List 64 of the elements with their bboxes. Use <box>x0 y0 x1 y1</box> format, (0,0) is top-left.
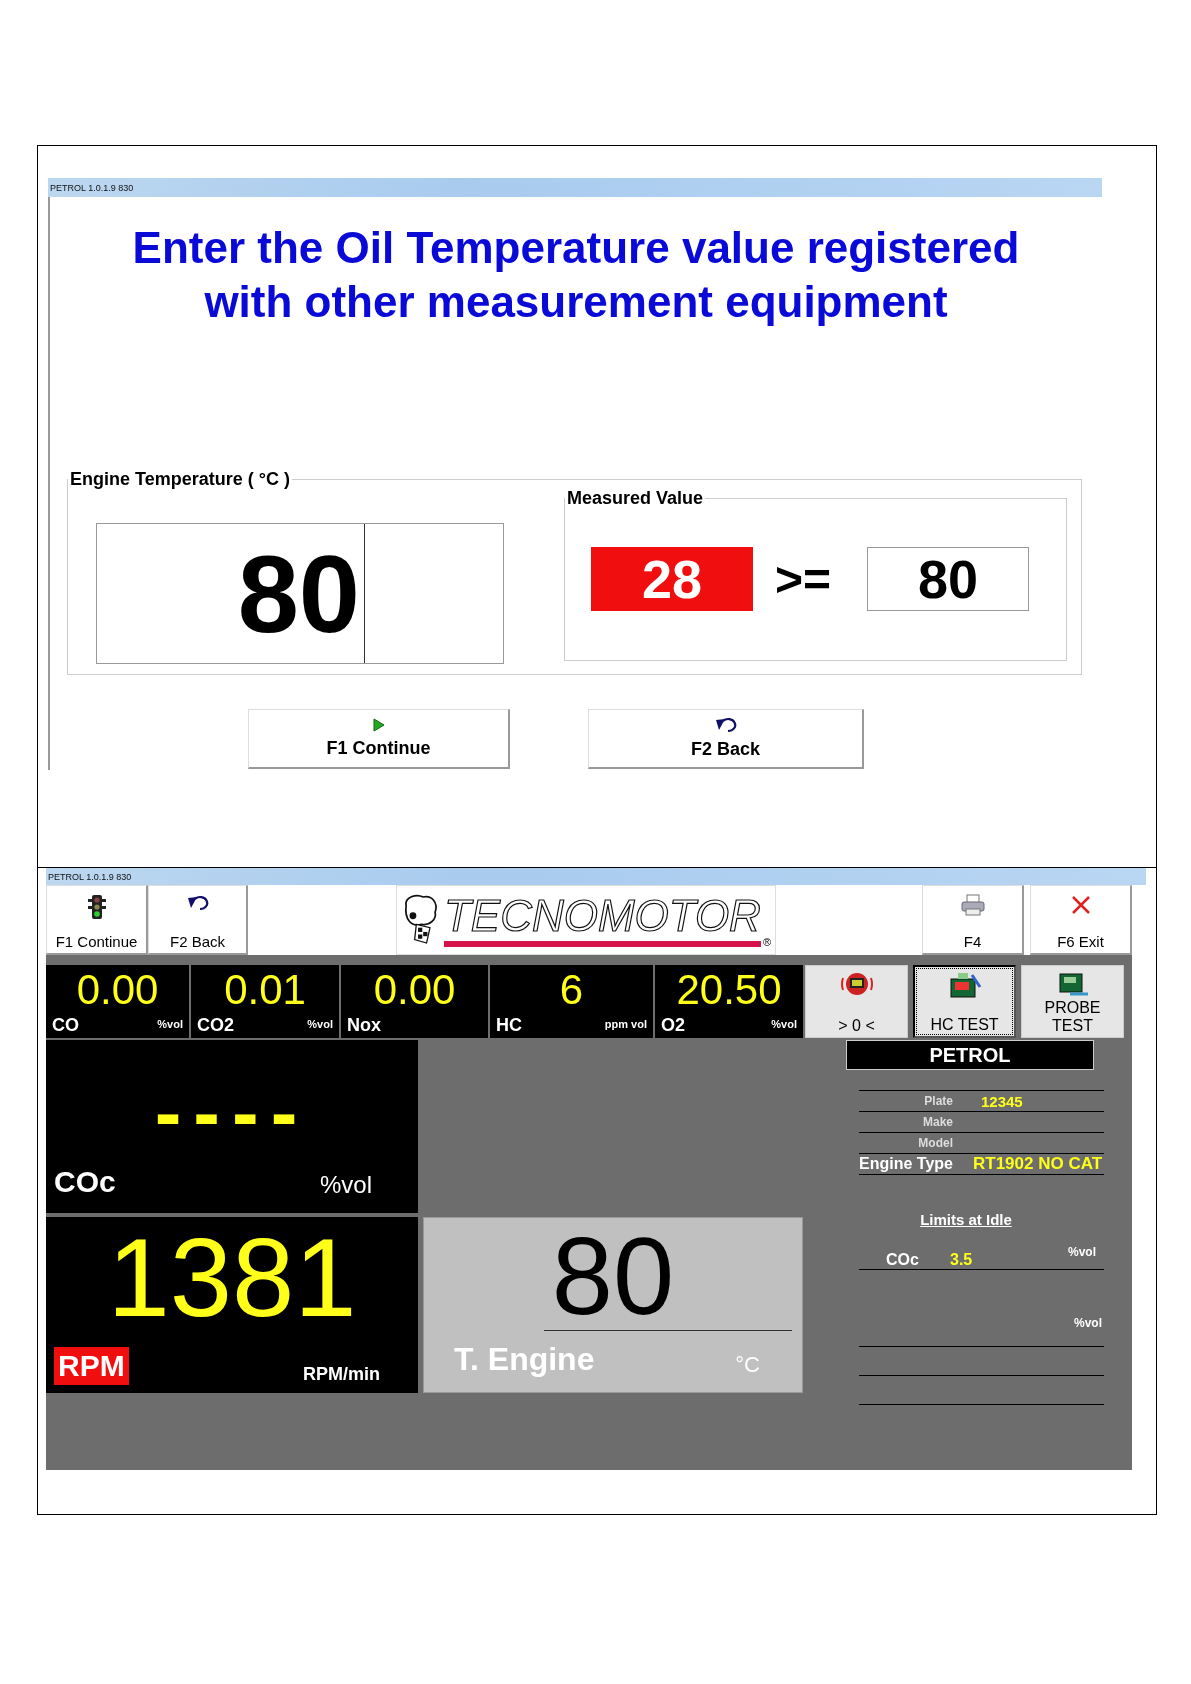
window-title: PETROL 1.0.1.9 830 <box>48 871 132 882</box>
vehicle-field-value: 12345 <box>981 1092 1023 1110</box>
gas-value: 0.00 <box>372 965 457 1015</box>
gas-value: 0.00 <box>75 965 160 1015</box>
instruction-heading: with other measurement equipment <box>203 276 949 328</box>
traffic-light-icon <box>87 894 106 920</box>
gas-name: O2 <box>661 1015 685 1036</box>
back-button[interactable]: F2 Back <box>588 709 864 769</box>
limits-heading: Limits at Idle <box>920 1211 1012 1228</box>
gas-name: HC <box>496 1015 522 1036</box>
instruction-heading: Enter the Oil Temperature value registered <box>131 222 1021 274</box>
limit-name: COc <box>885 1251 920 1269</box>
undo-arrow-icon <box>185 894 210 912</box>
gas-unit: %vol <box>307 1018 333 1030</box>
gas-value: 20.50 <box>675 965 783 1015</box>
printer-icon <box>960 894 985 916</box>
gas-name: CO <box>52 1015 79 1036</box>
gas-value: 0.01 <box>223 965 307 1015</box>
coc-label: COc <box>54 1165 116 1199</box>
registered-mark: ® <box>762 936 771 948</box>
gas-unit: ppm vol <box>604 1018 647 1030</box>
engine-temperature-value: 80 <box>550 1222 676 1330</box>
close-icon <box>1069 894 1092 916</box>
coc-value: ---- <box>153 1068 311 1158</box>
continue-button[interactable]: F1 Continue <box>248 709 510 769</box>
limit-unit: %vol <box>1073 1316 1103 1330</box>
vehicle-field-label: Make <box>921 1115 953 1129</box>
vehicle-field-label: Engine Type <box>859 1155 953 1173</box>
gas-unit: %vol <box>157 1018 183 1030</box>
window-title: PETROL 1.0.1.9 830 <box>50 182 134 193</box>
zero-button[interactable]: > 0 < <box>805 965 908 1038</box>
play-icon <box>372 718 385 732</box>
limit-value: 3.5 <box>949 1251 974 1269</box>
threshold-value: 80 <box>867 547 1030 611</box>
limit-unit: %vol <box>1067 1245 1097 1259</box>
coc-unit: %vol <box>319 1171 372 1199</box>
hc-test-button[interactable]: HC TEST <box>913 965 1016 1038</box>
back-button[interactable]: F2 Back <box>148 885 248 955</box>
rpm-badge: RPM <box>54 1347 129 1385</box>
exit-button[interactable]: F6 Exit <box>1030 885 1132 955</box>
probe-test-button[interactable]: PROBE TEST <box>1021 965 1124 1038</box>
continue-button[interactable]: F1 Continue <box>46 885 148 955</box>
gas-value: 6 <box>558 965 585 1015</box>
gas-name: CO2 <box>197 1015 234 1036</box>
temperature-input-field[interactable]: 80 <box>96 523 504 664</box>
logo-wordmark: TECNOMOTOR <box>443 893 761 939</box>
comparison-operator: >= <box>775 551 832 607</box>
vehicle-field-value: RT1902 NO CAT <box>973 1154 1103 1174</box>
engine-temperature-unit: °C <box>735 1352 760 1378</box>
print-button[interactable]: F4 <box>922 885 1024 955</box>
vehicle-field-label: Plate <box>923 1094 953 1108</box>
alarm-meter-icon <box>839 970 874 998</box>
gas-name: Nox <box>347 1015 381 1036</box>
fuel-type-label: PETROL <box>846 1040 1094 1070</box>
group-label: Engine Temperature ( °C ) <box>69 469 291 490</box>
measured-reading: 28 <box>591 547 753 611</box>
vehicle-field-label: Model <box>917 1136 953 1150</box>
rpm-unit: RPM/min <box>303 1364 380 1385</box>
gas-unit: %vol <box>771 1018 797 1030</box>
undo-arrow-icon <box>713 717 738 733</box>
rpm-value: 1381 <box>106 1223 358 1333</box>
test-device-icon <box>947 971 982 1001</box>
group-label: Measured Value <box>566 488 705 509</box>
engine-temperature-label: T. Engine <box>454 1341 595 1378</box>
